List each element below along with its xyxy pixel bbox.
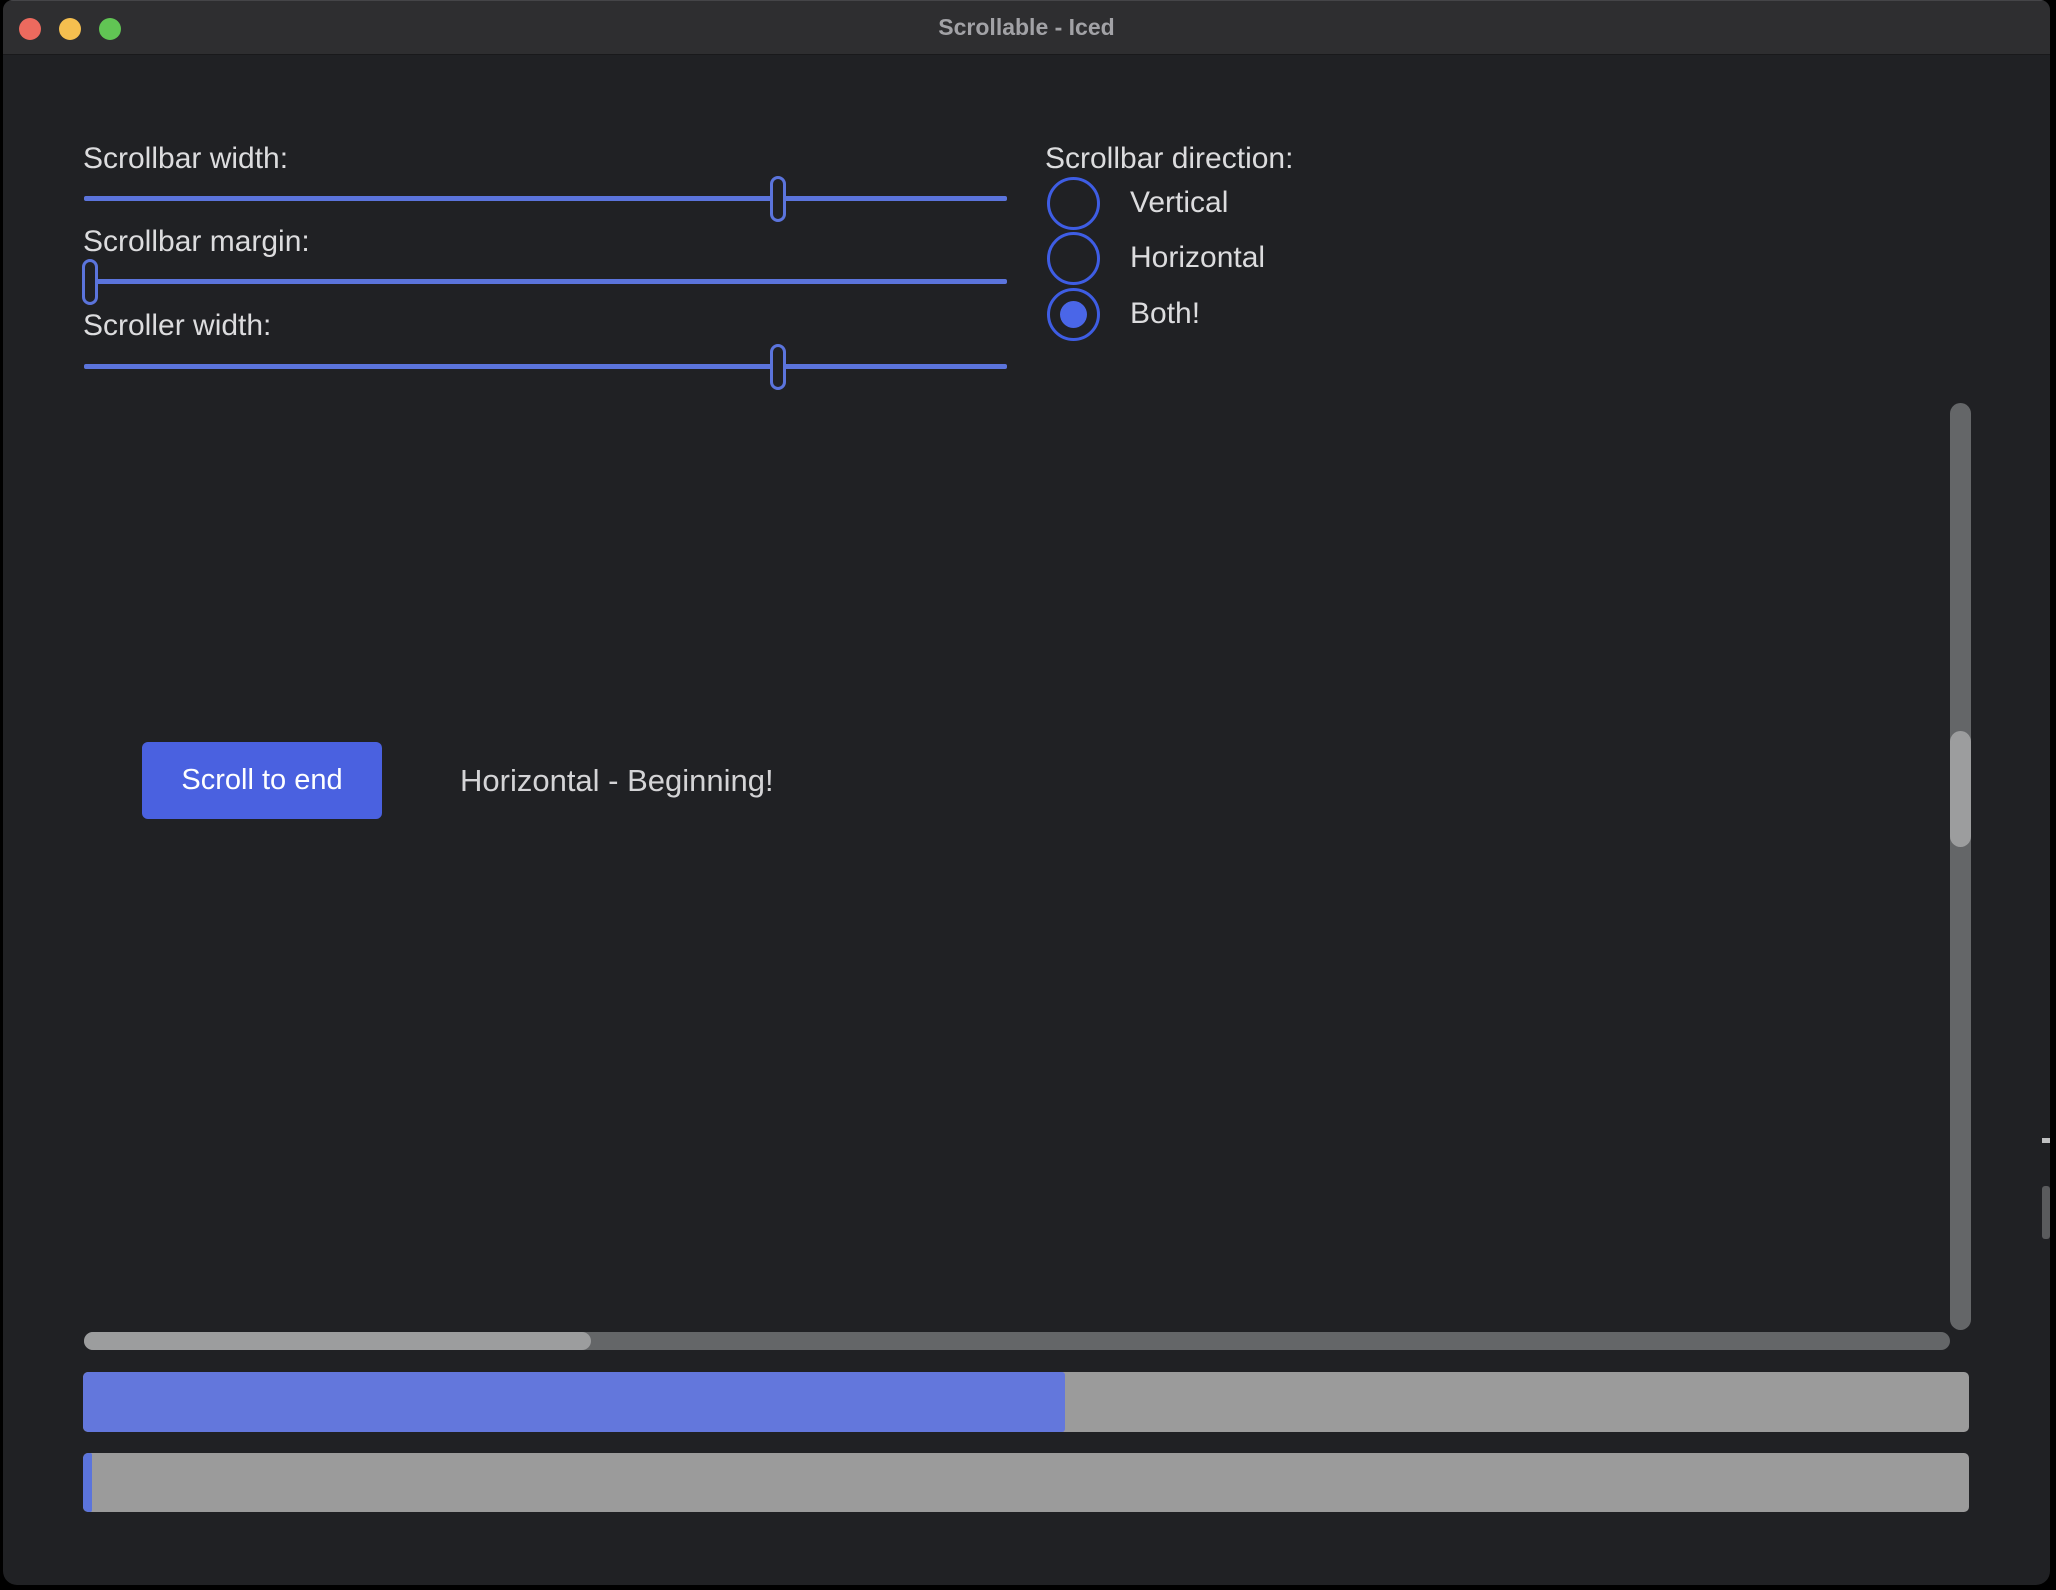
scrollbar-direction-label: Scrollbar direction: xyxy=(1045,138,1293,180)
slider-handle[interactable] xyxy=(770,176,786,222)
slider-rail[interactable] xyxy=(84,196,1007,201)
vertical-progress-bar xyxy=(83,1372,1969,1432)
radio-label-both: Both! xyxy=(1130,293,1200,335)
horizontal-progress-fill xyxy=(83,1453,92,1512)
outer-scrollbar-tick xyxy=(2042,1138,2050,1143)
scroller-width-slider[interactable] xyxy=(84,344,1007,390)
radio-circle-icon[interactable] xyxy=(1047,177,1100,230)
slider-handle[interactable] xyxy=(770,344,786,390)
horizontal-scrollbar[interactable] xyxy=(84,1332,1950,1350)
titlebar: Scrollable - Iced xyxy=(3,0,2050,55)
scrollbar-width-slider[interactable] xyxy=(84,176,1007,222)
horizontal-progress-bar xyxy=(83,1453,1969,1512)
vertical-scrollbar[interactable] xyxy=(1950,403,1971,1330)
slider-label-scrollbar-width: Scrollbar width: xyxy=(83,138,288,180)
slider-label-scroller-width: Scroller width: xyxy=(83,305,271,347)
horizontal-scrollbar-thumb[interactable] xyxy=(84,1332,591,1350)
slider-rail[interactable] xyxy=(84,279,1007,284)
slider-rail[interactable] xyxy=(84,364,1007,369)
radio-label-horizontal: Horizontal xyxy=(1130,237,1265,279)
slider-handle[interactable] xyxy=(82,259,98,305)
window-title: Scrollable - Iced xyxy=(3,0,2050,54)
app-window: Scrollable - Iced Scrollbar width: Scrol… xyxy=(3,0,2050,1585)
radio-label-vertical: Vertical xyxy=(1130,182,1228,224)
slider-label-scrollbar-margin: Scrollbar margin: xyxy=(83,221,310,263)
vertical-progress-fill xyxy=(83,1372,1065,1432)
scroll-status-text: Horizontal - Beginning! xyxy=(460,742,774,819)
radio-circle-icon[interactable] xyxy=(1047,232,1100,285)
scroll-to-end-button[interactable]: Scroll to end xyxy=(142,742,382,819)
outer-scrollbar-thumb[interactable] xyxy=(2042,1186,2050,1239)
radio-dot xyxy=(1060,301,1087,328)
vertical-scrollbar-thumb[interactable] xyxy=(1950,731,1971,847)
radio-circle-icon[interactable] xyxy=(1047,288,1100,341)
scrollbar-margin-slider[interactable] xyxy=(84,259,1007,305)
